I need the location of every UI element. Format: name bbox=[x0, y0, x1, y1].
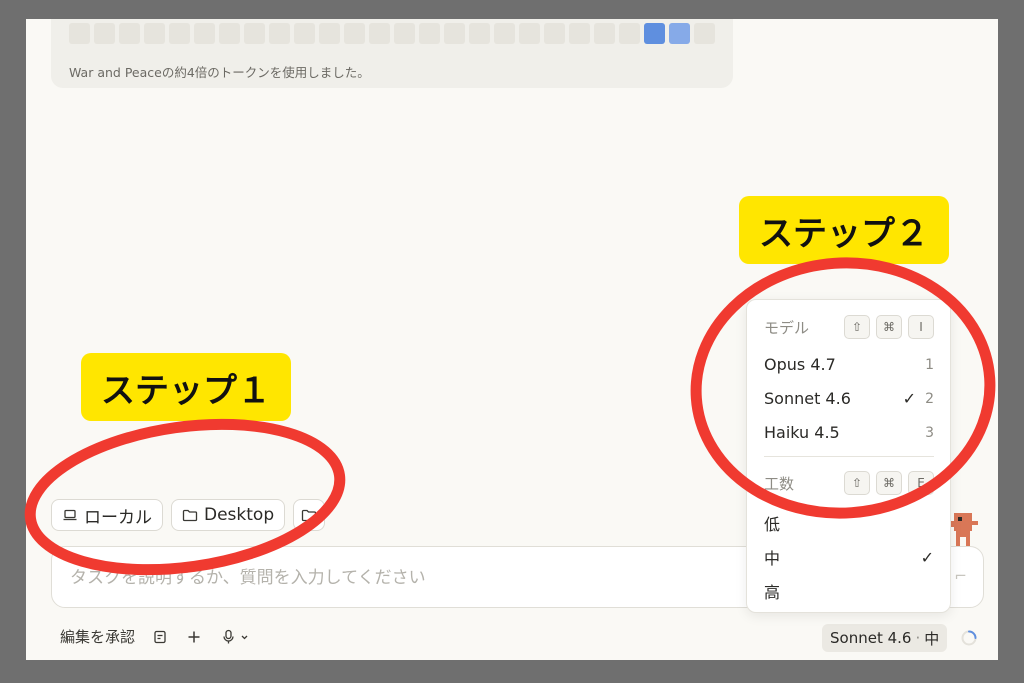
check-icon: ✓ bbox=[902, 389, 916, 408]
spinner-icon bbox=[961, 630, 977, 646]
usage-cell bbox=[469, 23, 490, 44]
usage-cell bbox=[544, 23, 565, 44]
usage-cell bbox=[369, 23, 390, 44]
usage-meter bbox=[69, 23, 715, 44]
usage-card: War and Peaceの約4倍のトークンを使用しました。 bbox=[51, 19, 733, 88]
usage-cell bbox=[119, 23, 140, 44]
usage-cell bbox=[494, 23, 515, 44]
usage-cell bbox=[194, 23, 215, 44]
shift-key: ⇧ bbox=[844, 315, 870, 339]
effort-section-header: 工数 ⇧ ⌘ E bbox=[764, 471, 934, 495]
usage-cell bbox=[244, 23, 265, 44]
usage-cell bbox=[294, 23, 315, 44]
menu-divider bbox=[764, 456, 934, 457]
desktop-folder-label: Desktop bbox=[204, 505, 275, 525]
approve-edits-toggle[interactable]: 編集を承認 bbox=[60, 626, 135, 647]
usage-cell bbox=[644, 23, 665, 44]
usage-cell bbox=[594, 23, 615, 44]
model-option-opus[interactable]: Opus 4.7 1 bbox=[764, 355, 934, 374]
model-menu: モデル ⇧ ⌘ I Opus 4.7 1 Sonnet 4.6 ✓ 2 Haik… bbox=[746, 299, 951, 613]
model-option-sonnet[interactable]: Sonnet 4.6 ✓ 2 bbox=[764, 389, 934, 408]
local-chip-label: ローカル bbox=[84, 507, 152, 528]
separator-dot: · bbox=[915, 629, 921, 647]
usage-note: War and Peaceの約4倍のトークンを使用しました。 bbox=[69, 65, 370, 80]
usage-cell bbox=[419, 23, 440, 44]
app-window: War and Peaceの約4倍のトークンを使用しました。 ローカル Desk… bbox=[26, 19, 998, 660]
usage-cell bbox=[219, 23, 240, 44]
effort-option-high[interactable]: 高 bbox=[764, 579, 934, 603]
usage-cell bbox=[69, 23, 90, 44]
task-input[interactable] bbox=[68, 567, 772, 589]
microphone-icon[interactable] bbox=[219, 628, 253, 646]
usage-cell bbox=[319, 23, 340, 44]
usage-cell bbox=[169, 23, 190, 44]
command-key: ⌘ bbox=[876, 315, 902, 339]
usage-cell bbox=[519, 23, 540, 44]
usage-cell bbox=[569, 23, 590, 44]
folder-icon bbox=[301, 509, 317, 522]
model-button-label: Sonnet 4.6 bbox=[830, 629, 912, 647]
i-key: I bbox=[908, 315, 934, 339]
usage-cell bbox=[94, 23, 115, 44]
desktop-folder-chip[interactable]: Desktop bbox=[171, 499, 286, 531]
usage-cell bbox=[344, 23, 365, 44]
mascot-icon bbox=[950, 513, 978, 547]
usage-cell bbox=[444, 23, 465, 44]
document-icon[interactable] bbox=[151, 628, 169, 646]
local-chip[interactable]: ローカル bbox=[51, 499, 163, 531]
context-chips: ローカル Desktop bbox=[51, 499, 326, 531]
usage-cell bbox=[144, 23, 165, 44]
shift-key: ⇧ bbox=[844, 471, 870, 495]
usage-cell bbox=[394, 23, 415, 44]
folder-chip[interactable] bbox=[293, 499, 326, 531]
effort-option-medium[interactable]: 中 ✓ bbox=[764, 545, 934, 569]
laptop-icon bbox=[63, 509, 77, 521]
plus-icon[interactable] bbox=[185, 628, 203, 646]
usage-cell bbox=[669, 23, 690, 44]
step1-label: ステップ１ bbox=[81, 353, 291, 421]
effort-option-low[interactable]: 低 bbox=[764, 511, 934, 535]
model-section-header: モデル ⇧ ⌘ I bbox=[764, 315, 934, 339]
usage-cell bbox=[694, 23, 715, 44]
command-key: ⌘ bbox=[876, 471, 902, 495]
usage-cell bbox=[619, 23, 640, 44]
model-selector-button[interactable]: Sonnet 4.6 · 中 bbox=[822, 624, 948, 652]
effort-button-label: 中 bbox=[924, 629, 940, 648]
send-icon[interactable]: ⌐ bbox=[954, 567, 967, 585]
model-option-haiku[interactable]: Haiku 4.5 3 bbox=[764, 423, 934, 442]
step2-label: ステップ２ bbox=[739, 196, 949, 264]
bottom-toolbar: 編集を承認 bbox=[60, 626, 253, 647]
e-key: E bbox=[908, 471, 934, 495]
check-icon: ✓ bbox=[920, 547, 934, 567]
usage-cell bbox=[269, 23, 290, 44]
folder-icon bbox=[182, 509, 198, 522]
